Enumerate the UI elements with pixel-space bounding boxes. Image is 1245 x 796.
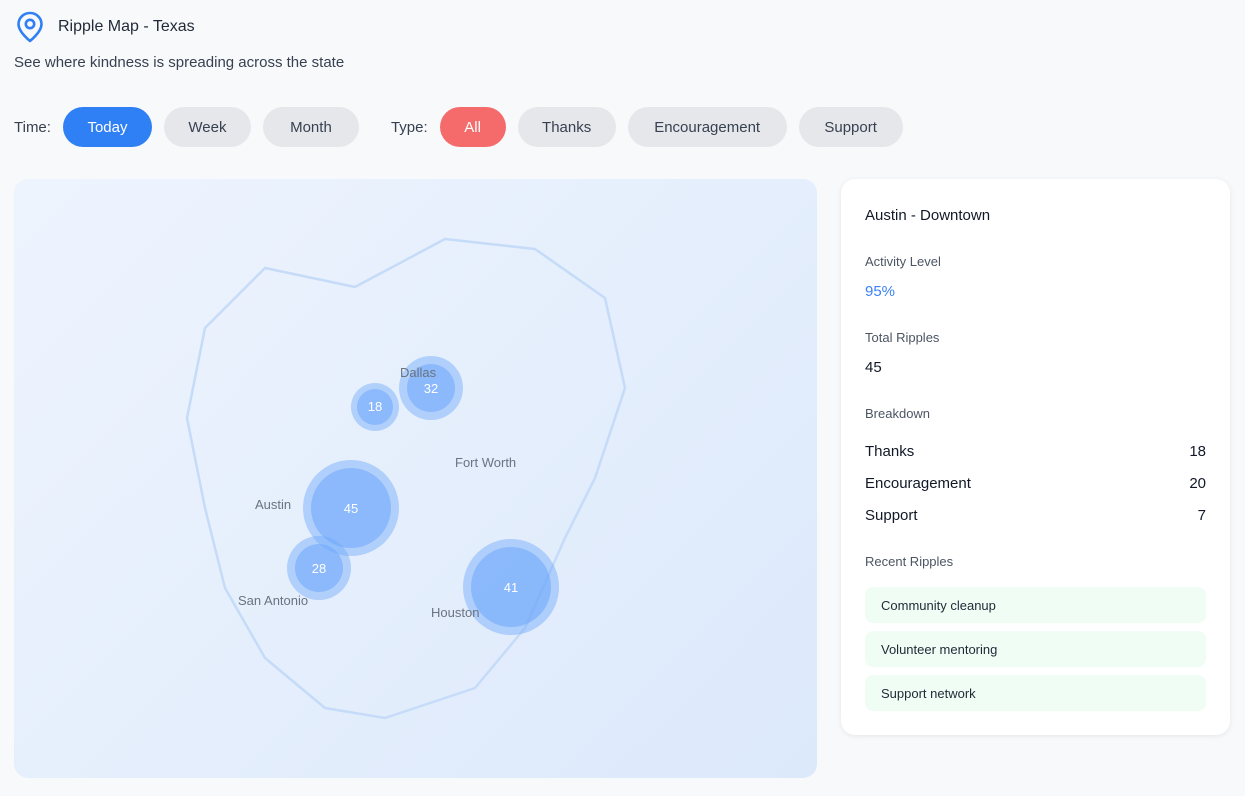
bubble-count: 28 [312, 561, 326, 576]
app-header: Ripple Map - Texas [14, 10, 195, 44]
map-canvas: 18 32 45 28 41 [185, 237, 627, 720]
bubble-count: 41 [504, 580, 518, 595]
recent-ripples-label: Recent Ripples [865, 554, 954, 569]
bubble-count: 32 [424, 381, 438, 396]
page-subtitle: See where kindness is spreading across t… [14, 54, 345, 71]
type-filter-thanks[interactable]: Thanks [517, 107, 616, 147]
breakdown-name: Support [865, 507, 918, 524]
time-filter-today[interactable]: Today [62, 107, 152, 147]
breakdown-row: Thanks 18 [865, 443, 1206, 460]
recent-ripple-item[interactable]: Community cleanup [865, 587, 1206, 623]
activity-level-value: 95% [865, 283, 896, 300]
time-filter-week[interactable]: Week [163, 107, 251, 147]
texas-outline [185, 237, 627, 720]
bubble-count: 45 [344, 501, 358, 516]
type-filter-support[interactable]: Support [798, 107, 903, 147]
bubble-count: 18 [368, 399, 382, 414]
city-label-dallas: Dallas [400, 365, 437, 380]
location-title: Austin - Downtown [865, 207, 991, 224]
app-title: Ripple Map - Texas [58, 18, 195, 35]
city-label-fort-worth: Fort Worth [455, 455, 517, 470]
time-filter-month[interactable]: Month [262, 107, 359, 147]
breakdown-name: Thanks [865, 443, 915, 460]
total-ripples-label: Total Ripples [865, 330, 940, 345]
type-filter-label: Type: [390, 118, 428, 136]
map-pin-icon [14, 10, 46, 44]
total-ripples-value: 45 [865, 359, 882, 376]
type-filter-encouragement[interactable]: Encouragement [627, 107, 787, 147]
breakdown-label: Breakdown [865, 406, 931, 421]
city-label-houston: Houston [431, 605, 480, 620]
breakdown-name: Encouragement [865, 475, 971, 492]
breakdown-value: 7 [1197, 507, 1206, 524]
city-label-austin: Austin [255, 497, 292, 512]
activity-level-label: Activity Level [865, 254, 941, 269]
time-filter-label: Time: [14, 118, 51, 136]
breakdown-row: Encouragement 20 [865, 475, 1206, 492]
recent-ripple-item[interactable]: Volunteer mentoring [865, 631, 1206, 667]
location-details-panel: Austin - Downtown Activity Level 95% Tot… [841, 179, 1230, 735]
breakdown-value: 18 [1189, 443, 1206, 460]
ripple-map[interactable]: 18 32 45 28 41 Dallas Fort Worth Austin … [14, 179, 817, 778]
breakdown-value: 20 [1189, 475, 1206, 492]
recent-ripple-item[interactable]: Support network [865, 675, 1206, 711]
breakdown-row: Support 7 [865, 507, 1206, 524]
type-filter-all[interactable]: All [439, 107, 506, 147]
filter-bar: Time: Today Week Month Type: All Thanks … [14, 107, 915, 147]
city-label-san-antonio: San Antonio [238, 593, 309, 608]
